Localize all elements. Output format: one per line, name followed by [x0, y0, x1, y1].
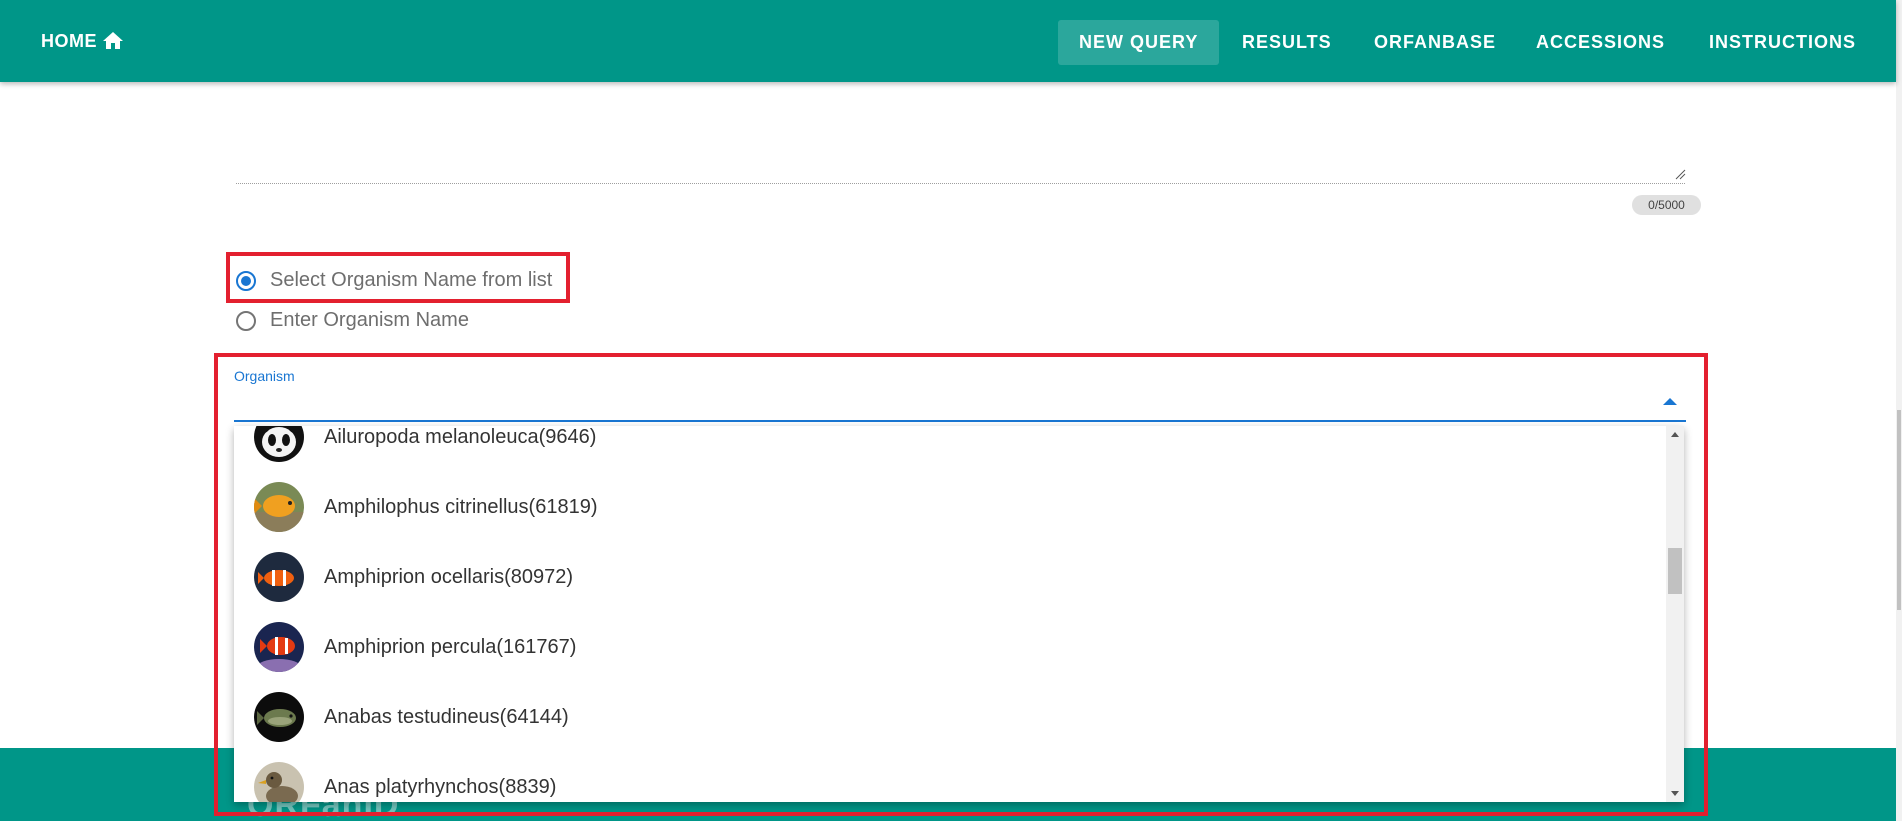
dropdown-scrollbar[interactable]: [1666, 426, 1684, 802]
radio-label-enter-name: Enter Organism Name: [270, 309, 469, 331]
organism-option[interactable]: Ailuropoda melanoleuca(9646): [234, 426, 1666, 472]
organism-dropdown[interactable]: Ailuropoda melanoleuca(9646) Amphilophus…: [234, 426, 1684, 802]
page-scrollbar-thumb[interactable]: [1897, 410, 1901, 610]
organism-option[interactable]: Anas platyrhynchos(8839): [234, 752, 1666, 802]
resize-handle-icon[interactable]: [1674, 168, 1686, 180]
chevron-up-icon[interactable]: [1663, 398, 1677, 405]
organism-option[interactable]: Amphiprion percula(161767): [234, 612, 1666, 682]
nav-orfanbase[interactable]: ORFANBASE: [1353, 20, 1517, 65]
organism-option[interactable]: Anabas testudineus(64144): [234, 682, 1666, 752]
nav-instructions[interactable]: INSTRUCTIONS: [1688, 20, 1877, 65]
perch-icon: [254, 692, 304, 742]
page-scrollbar[interactable]: [1896, 0, 1902, 821]
organism-option-label: Amphiprion percula(161767): [324, 635, 577, 658]
organism-field-label: Organism: [234, 368, 295, 384]
nav-results[interactable]: RESULTS: [1221, 20, 1353, 65]
organism-select[interactable]: [234, 420, 1686, 422]
sequence-textarea[interactable]: [236, 183, 1685, 184]
radio-label-select-from-list: Select Organism Name from list: [270, 269, 553, 291]
nav-accessions[interactable]: ACCESSIONS: [1515, 20, 1686, 65]
organism-option-label: Ailuropoda melanoleuca(9646): [324, 426, 597, 448]
organism-option-label: Anas platyrhynchos(8839): [324, 775, 557, 798]
duck-icon: [254, 762, 304, 802]
organism-option-label: Anabas testudineus(64144): [324, 705, 569, 728]
home-icon: [103, 32, 123, 49]
home-label: HOME: [41, 30, 97, 51]
radio-select-from-list[interactable]: Select Organism Name from list: [236, 269, 552, 292]
radio-button-unchecked[interactable]: [236, 310, 256, 331]
char-counter: 0/5000: [1632, 195, 1701, 215]
nav-new-query[interactable]: NEW QUERY: [1058, 20, 1220, 65]
clownfish-icon: [254, 552, 304, 602]
orange-fish-icon: [254, 482, 304, 532]
radio-button-checked[interactable]: [236, 270, 256, 291]
organism-option[interactable]: Amphilophus citrinellus(61819): [234, 472, 1666, 542]
clownfish-reef-icon: [254, 622, 304, 672]
organism-list: Ailuropoda melanoleuca(9646) Amphilophus…: [234, 426, 1666, 802]
scroll-down-arrow-icon[interactable]: [1671, 791, 1679, 796]
organism-option[interactable]: Amphiprion ocellaris(80972): [234, 542, 1666, 612]
radio-enter-name[interactable]: Enter Organism Name: [236, 309, 469, 332]
home-link[interactable]: HOME: [41, 26, 126, 56]
top-navbar: HOME NEW QUERY RESULTS ORFANBASE ACCESSI…: [0, 0, 1896, 82]
panda-icon: [254, 426, 304, 462]
scroll-up-arrow-icon[interactable]: [1671, 432, 1679, 437]
dropdown-scrollbar-thumb[interactable]: [1668, 548, 1682, 594]
organism-option-label: Amphiprion ocellaris(80972): [324, 565, 574, 588]
organism-option-label: Amphilophus citrinellus(61819): [324, 495, 598, 518]
